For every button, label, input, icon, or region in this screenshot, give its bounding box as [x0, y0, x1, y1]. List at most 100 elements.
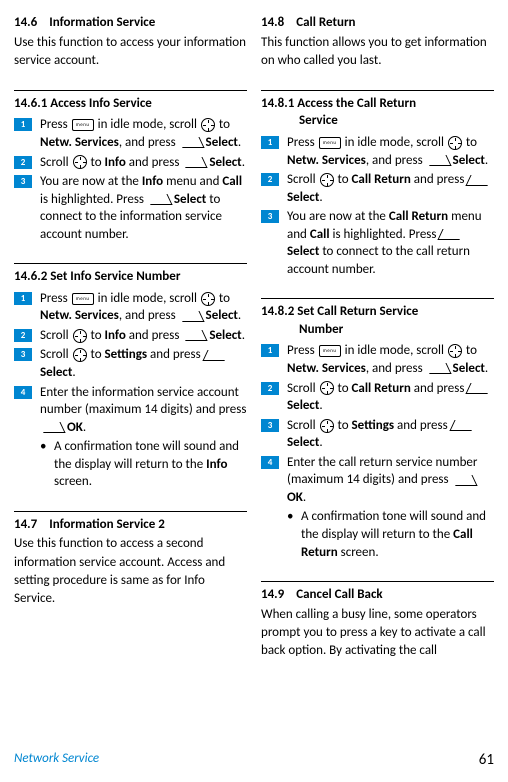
- step-badge: 4: [261, 456, 279, 469]
- step-badge: 3: [14, 175, 32, 188]
- step-row: 3 Scroll to Settings and press Select.: [261, 417, 494, 452]
- steps-list: 1 Press menu in idle mode, scroll to Net…: [261, 342, 494, 561]
- right-column: 14.8Call Return This function allows you…: [261, 14, 494, 680]
- softkey-icon: [466, 383, 493, 394]
- section-number: 14.6: [14, 15, 37, 30]
- steps-list: 1 Press menu in idle mode, scroll to Net…: [261, 134, 494, 278]
- step-row: 2 Scroll to Info and press Select.: [14, 327, 247, 345]
- step-row: 4 Enter the information service account …: [14, 384, 247, 491]
- softkey-icon: [177, 137, 204, 148]
- section-heading: 14.7 Information Service 2: [14, 516, 247, 534]
- step-badge: 2: [14, 329, 32, 342]
- step-row: 1 Press menu in idle mode, scroll to Net…: [14, 116, 247, 151]
- page-content: 14.6 Information Service Use this functio…: [0, 0, 508, 680]
- nav-key-icon: [320, 173, 334, 187]
- step-row: 1 Press menu in idle mode, scroll to Net…: [14, 290, 247, 325]
- section-14-6-1: 14.6.1 Access Info Service 1 Press menu …: [14, 90, 247, 243]
- step-text: Press menu in idle mode, scroll to Netw.…: [287, 134, 494, 169]
- bullet-mark: •: [287, 508, 301, 561]
- section-14-8-2: 14.8.2 Set Call Return Service Number 1 …: [261, 298, 494, 561]
- step-badge: 2: [261, 173, 279, 186]
- nav-key-icon: [73, 329, 87, 343]
- section-14-7: 14.7 Information Service 2 Use this funct…: [14, 511, 247, 608]
- step-text: Enter the information service account nu…: [40, 384, 247, 491]
- bullet-mark: •: [40, 438, 54, 491]
- nav-key-icon: [320, 419, 334, 433]
- softkey-icon: [38, 422, 65, 433]
- section-heading: 14.6 Information Service: [14, 14, 247, 32]
- nav-key-icon: [320, 381, 334, 395]
- step-row: 2 Scroll to Call Return and press Select…: [261, 171, 494, 206]
- section-body: Use this function to access your informa…: [14, 34, 247, 70]
- nav-key-icon: [73, 348, 87, 362]
- softkey-icon: [145, 194, 172, 205]
- section-14-6-2: 14.6.2 Set Info Service Number 1 Press m…: [14, 263, 247, 491]
- section-number: 14.7: [14, 517, 37, 532]
- softkey-icon: [449, 420, 476, 431]
- nav-key-icon: [448, 344, 462, 358]
- step-badge: 3: [261, 419, 279, 432]
- divider: [261, 298, 494, 299]
- section-title: Information Service: [49, 15, 155, 30]
- step-row: 4 Enter the call return service number (…: [261, 454, 494, 561]
- footer-section-name: Network Service: [14, 750, 99, 770]
- section-heading: 14.8Call Return: [261, 14, 494, 32]
- step-row: 1 Press menu in idle mode, scroll to Net…: [261, 134, 494, 169]
- sub-bullet: • A confirmation tone will sound and the…: [40, 438, 247, 491]
- step-text: Press menu in idle mode, scroll to Netw.…: [287, 342, 494, 377]
- softkey-icon: [181, 157, 208, 168]
- bullet-text: A confirmation tone will sound and the d…: [54, 438, 247, 491]
- softkey-icon: [438, 229, 465, 240]
- section-14-6: 14.6 Information Service Use this functio…: [14, 14, 247, 70]
- divider: [14, 511, 247, 512]
- subsection-title: 14.8.2 Set Call Return Service Number: [261, 303, 494, 338]
- step-text: Scroll to Settings and press Select.: [287, 417, 494, 452]
- step-text: Scroll to Call Return and press Select.: [287, 171, 494, 206]
- softkey-icon: [450, 475, 477, 486]
- step-text: Enter the call return service number (ma…: [287, 454, 494, 561]
- page-footer: Network Service 61: [14, 750, 494, 770]
- section-14-8-1: 14.8.1 Access the Call Return Service 1 …: [261, 90, 494, 278]
- nav-key-icon: [73, 155, 87, 169]
- softkey-icon: [202, 350, 229, 361]
- section-14-8: 14.8Call Return This function allows you…: [261, 14, 494, 70]
- step-badge: 3: [14, 348, 32, 361]
- section-heading: 14.9Cancel Call Back: [261, 586, 494, 604]
- subsection-title: 14.6.2 Set Info Service Number: [14, 268, 247, 286]
- menu-key-icon: menu: [319, 345, 341, 357]
- step-text: You are now at the Call Return menu and …: [287, 208, 494, 278]
- divider: [261, 90, 494, 91]
- page-number: 61: [479, 750, 494, 770]
- step-badge: 3: [261, 210, 279, 223]
- nav-key-icon: [201, 292, 215, 306]
- section-number: 14.8: [261, 15, 284, 30]
- divider: [14, 90, 247, 91]
- steps-list: 1 Press menu in idle mode, scroll to Net…: [14, 116, 247, 243]
- section-title: Information Service 2: [49, 517, 165, 532]
- step-row: 3 You are now at the Info menu and Call …: [14, 173, 247, 243]
- step-text: Press menu in idle mode, scroll to Netw.…: [40, 290, 247, 325]
- section-body: This function allows you to get informat…: [261, 34, 494, 70]
- step-badge: 2: [261, 382, 279, 395]
- step-row: 3 Scroll to Settings and press Select.: [14, 346, 247, 381]
- softkey-icon: [177, 311, 204, 322]
- subsection-title: 14.8.1 Access the Call Return Service: [261, 95, 494, 130]
- divider: [14, 263, 247, 264]
- section-body: When calling a busy line, some operators…: [261, 606, 494, 661]
- section-number: 14.9: [261, 587, 284, 602]
- step-text: Press menu in idle mode, scroll to Netw.…: [40, 116, 247, 151]
- menu-key-icon: menu: [72, 293, 94, 305]
- step-badge: 2: [14, 156, 32, 169]
- menu-key-icon: menu: [319, 137, 341, 149]
- step-text: Scroll to Settings and press Select.: [40, 346, 247, 381]
- step-badge: 1: [14, 292, 32, 305]
- bullet-text: A confirmation tone will sound and the d…: [301, 508, 494, 561]
- step-badge: 1: [14, 118, 32, 131]
- step-text: Scroll to Info and press Select.: [40, 154, 247, 172]
- step-row: 3 You are now at the Call Return menu an…: [261, 208, 494, 278]
- section-body: Use this function to access a second inf…: [14, 535, 247, 608]
- softkey-icon: [424, 363, 451, 374]
- softkey-icon: [181, 330, 208, 341]
- step-badge: 1: [261, 136, 279, 149]
- nav-key-icon: [201, 118, 215, 132]
